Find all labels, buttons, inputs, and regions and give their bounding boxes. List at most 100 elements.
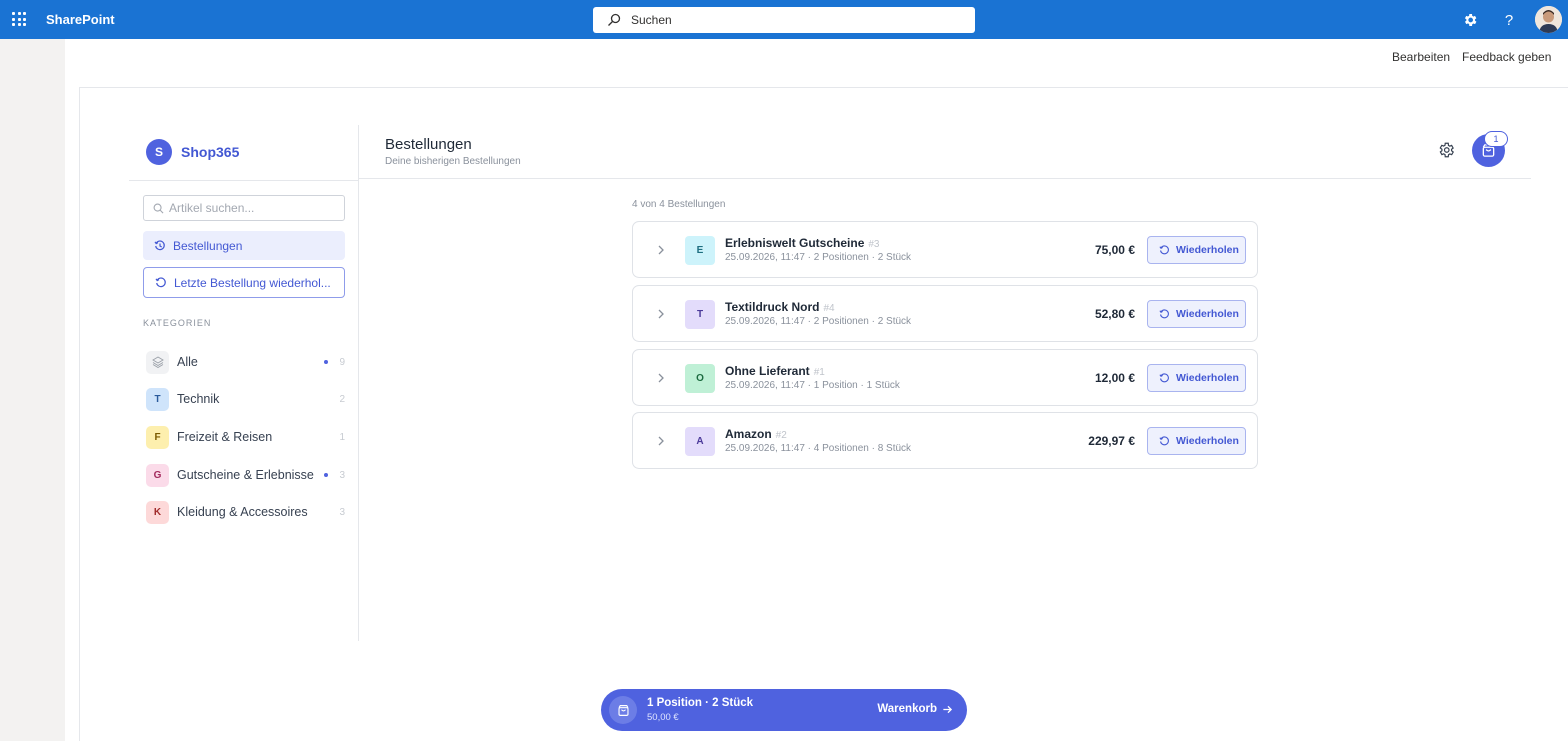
order-number: #1: [813, 367, 825, 378]
chevron-right-icon[interactable]: [655, 307, 667, 321]
shop-logo: S: [146, 139, 172, 165]
repeat-last-order-label: Letzte Bestellung wiederhol...: [174, 275, 331, 290]
repeat-order-label: Wiederholen: [1176, 244, 1239, 256]
shop-settings-gear-icon[interactable]: [1437, 141, 1455, 159]
article-search-placeholder: Artikel suchen...: [169, 201, 255, 215]
cart-total: 50,00 €: [647, 712, 679, 723]
chevron-right-icon[interactable]: [655, 243, 667, 257]
category-badge: T: [146, 387, 169, 411]
cart-summary-text: 1 Position · 2 Stück: [647, 697, 754, 709]
category-count: 9: [339, 356, 345, 368]
chevron-right-icon[interactable]: [655, 371, 667, 385]
edit-command[interactable]: Bearbeiten: [1392, 50, 1450, 64]
repeat-order-button[interactable]: Wiederholen: [1147, 300, 1246, 328]
page-title: Bestellungen: [385, 136, 472, 153]
nav-orders[interactable]: Bestellungen: [143, 231, 345, 260]
feedback-command[interactable]: Feedback geben: [1462, 50, 1551, 64]
order-meta: 25.09.2026, 11:47 · 1 Position · 1 Stück: [725, 380, 900, 391]
supplier-badge: E: [685, 236, 715, 265]
left-rail: [0, 39, 65, 741]
sidebar-divider: [358, 125, 359, 641]
category-item-alle[interactable]: Alle 9: [146, 350, 345, 374]
chevron-right-icon[interactable]: [655, 434, 667, 448]
repeat-icon: [1159, 435, 1169, 445]
order-name: Ohne Lieferant: [725, 364, 810, 378]
repeat-icon: [1159, 372, 1169, 382]
category-label: Technik: [177, 392, 220, 406]
category-count: 2: [339, 393, 345, 405]
orders-count: 4 von 4 Bestellungen: [632, 199, 726, 210]
suite-bar: SharePoint Suchen ?: [0, 0, 1568, 39]
order-card[interactable]: A Amazon #2 25.09.2026, 11:47 · 4 Positio…: [632, 412, 1258, 469]
go-to-cart-label: Warenkorb: [877, 703, 937, 715]
order-number: #2: [775, 430, 787, 441]
repeat-order-button[interactable]: Wiederholen: [1147, 236, 1246, 264]
category-item-kleidung-accessoires[interactable]: K Kleidung & Accessoires 3: [146, 500, 345, 524]
repeat-order-label: Wiederholen: [1176, 435, 1239, 447]
help-icon[interactable]: ?: [1500, 11, 1518, 29]
repeat-order-label: Wiederholen: [1176, 308, 1239, 320]
order-price: 75,00 €: [1094, 243, 1135, 257]
sidebar-header-divider: [129, 180, 358, 181]
repeat-order-label: Wiederholen: [1176, 372, 1239, 384]
order-name: Amazon: [725, 427, 772, 441]
shop-name[interactable]: Shop365: [181, 144, 239, 160]
order-meta: 25.09.2026, 11:47 · 2 Positionen · 2 Stü…: [725, 252, 912, 263]
category-count: 3: [339, 506, 345, 518]
category-label: Gutscheine & Erlebnisse: [177, 468, 314, 482]
repeat-icon: [155, 276, 166, 287]
category-item-gutscheine-erlebnisse[interactable]: G Gutscheine & Erlebnisse 3: [146, 463, 345, 487]
order-number: #4: [823, 303, 835, 314]
app-launcher-icon[interactable]: [12, 12, 26, 26]
category-item-freizeit-reisen[interactable]: F Freizeit & Reisen 1: [146, 425, 345, 449]
nav-orders-label: Bestellungen: [173, 238, 243, 253]
arrow-right-icon: [943, 705, 953, 713]
article-search-input[interactable]: Artikel suchen...: [143, 195, 345, 221]
order-name: Textildruck Nord: [725, 300, 820, 314]
global-search-placeholder: Suchen: [631, 13, 672, 27]
search-icon: [608, 13, 621, 26]
order-price: 12,00 €: [1094, 371, 1135, 385]
repeat-order-button[interactable]: Wiederholen: [1147, 427, 1246, 455]
category-badge: F: [146, 425, 169, 449]
all-categories-icon: [146, 350, 169, 374]
order-meta: 25.09.2026, 11:47 · 4 Positionen · 8 Stü…: [725, 443, 912, 454]
order-card[interactable]: E Erlebniswelt Gutscheine #3 25.09.2026, …: [632, 221, 1258, 278]
repeat-icon: [1159, 308, 1169, 318]
supplier-badge: A: [685, 427, 715, 456]
repeat-icon: [1159, 244, 1169, 254]
history-icon: [154, 239, 165, 250]
category-active-dot: [324, 360, 328, 364]
order-price: 229,97 €: [1088, 434, 1135, 448]
category-count: 3: [339, 469, 345, 481]
global-search-input[interactable]: Suchen: [593, 7, 975, 33]
settings-gear-icon[interactable]: [1461, 11, 1479, 29]
categories-heading: KATEGORIEN: [143, 318, 212, 328]
category-badge: G: [146, 463, 169, 487]
category-active-dot: [324, 473, 328, 477]
order-name: Erlebniswelt Gutscheine: [725, 236, 865, 250]
cart-summary-bar[interactable]: 1 Position · 2 Stück 50,00 € Warenkorb: [601, 689, 967, 731]
user-avatar[interactable]: [1535, 6, 1562, 33]
supplier-badge: T: [685, 300, 715, 329]
category-label: Alle: [177, 355, 198, 369]
repeat-order-button[interactable]: Wiederholen: [1147, 364, 1246, 392]
header-divider: [358, 178, 1531, 179]
cart-count-badge: 1: [1484, 131, 1508, 147]
repeat-last-order-button[interactable]: Letzte Bestellung wiederhol...: [143, 267, 345, 298]
category-badge: K: [146, 500, 169, 524]
category-item-technik[interactable]: T Technik 2: [146, 387, 345, 411]
search-icon: [153, 203, 164, 213]
order-meta: 25.09.2026, 11:47 · 2 Positionen · 2 Stü…: [725, 316, 912, 327]
shopping-bag-icon: [609, 696, 637, 724]
order-card[interactable]: T Textildruck Nord #4 25.09.2026, 11:47 ·…: [632, 285, 1258, 342]
order-price: 52,80 €: [1094, 307, 1135, 321]
category-count: 1: [339, 431, 345, 443]
go-to-cart-button[interactable]: Warenkorb: [877, 703, 953, 715]
category-label: Freizeit & Reisen: [177, 430, 273, 444]
app-name[interactable]: SharePoint: [46, 12, 115, 27]
page-subtitle: Deine bisherigen Bestellungen: [385, 156, 521, 167]
order-card[interactable]: O Ohne Lieferant #1 25.09.2026, 11:47 · 1…: [632, 349, 1258, 406]
supplier-badge: O: [685, 364, 715, 393]
order-number: #3: [868, 239, 880, 250]
